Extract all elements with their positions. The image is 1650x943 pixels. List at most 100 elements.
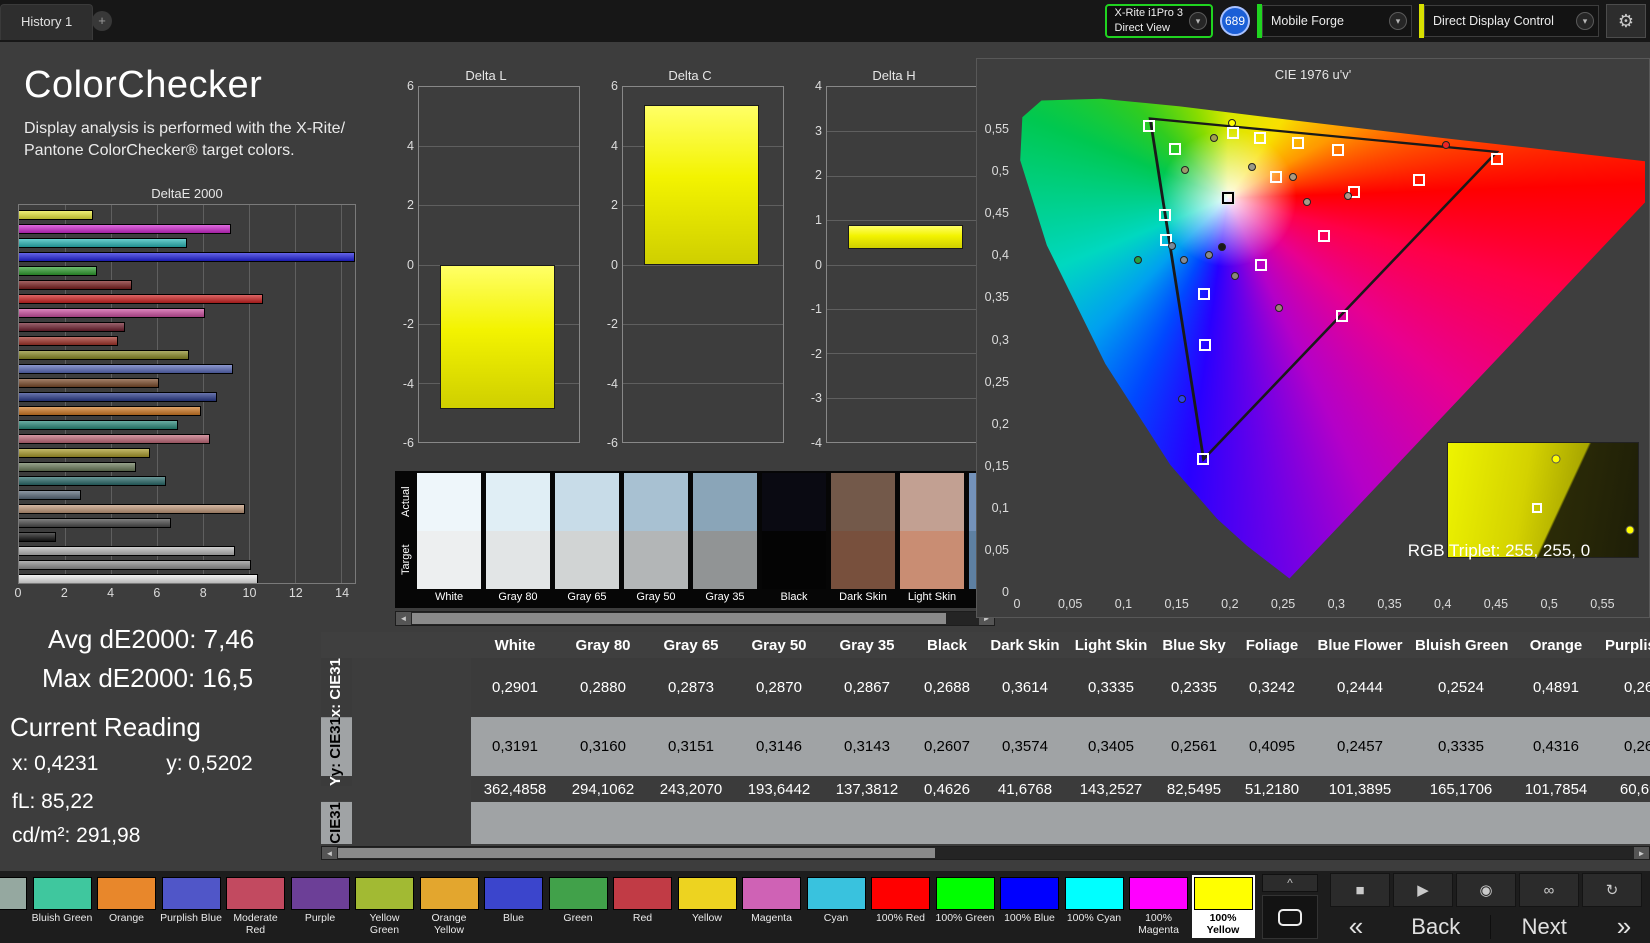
refresh-icon[interactable]: ↻	[1582, 873, 1642, 907]
next-chevron-icon[interactable]: »	[1598, 911, 1650, 942]
meter-dropdown[interactable]: X-Rite i1Pro 3 Direct View ▾	[1104, 4, 1213, 38]
deltae-bar	[19, 252, 355, 262]
patch-swatch	[742, 877, 801, 910]
cell-value: 0,2457	[1311, 717, 1409, 777]
patch-button[interactable]: 100% Green	[934, 875, 997, 938]
patch-button[interactable]: Bluish Green	[31, 875, 94, 938]
cell-value: 0,4316	[1513, 717, 1599, 777]
patch-button[interactable]: Red	[611, 875, 674, 938]
column-header: White	[471, 632, 559, 658]
patch-button[interactable]: 100% Yellow	[1191, 875, 1255, 938]
patch-label: Orange Yellow	[431, 912, 467, 937]
cie-panel: CIE 1976 u'v' 0 0,05 0,1 0,15 0,2 0,25 0,3 0,35…	[976, 58, 1650, 618]
cell-value: 362,4858	[471, 776, 559, 803]
patch-button[interactable]: Cyan	[805, 875, 868, 938]
history-tab[interactable]: History 1	[0, 4, 94, 40]
cell-value: 0,2561	[1155, 717, 1233, 777]
chevron-down-icon[interactable]: ▾	[1189, 12, 1207, 30]
meter-info: X-Rite i1Pro 3 Direct View	[1115, 6, 1183, 36]
scroll-left-icon[interactable]: ◄	[322, 847, 337, 859]
cell-value: 101,7854	[1513, 776, 1599, 803]
cell-value: 0,2650	[1599, 717, 1650, 777]
patch-label: 100% Red	[875, 912, 926, 924]
scrollbar-track[interactable]	[411, 612, 979, 625]
actual-swatch	[417, 473, 481, 531]
avg-de2000: Avg dE2000: 7,46	[48, 624, 255, 654]
patch-label: Purplish Blue	[160, 912, 222, 924]
delta-l-chart: Delta L 6 4 2 0 -2 -4 -6	[392, 68, 580, 450]
gridline	[827, 397, 987, 399]
actual-swatch	[831, 473, 895, 531]
scrollbar-track[interactable]	[337, 847, 1634, 859]
cie-measured-point	[1231, 271, 1240, 280]
table-scrollbar[interactable]: ◄ ►	[321, 846, 1650, 860]
patch-button[interactable]: 100% Cyan	[1063, 875, 1126, 938]
patch-button[interactable]	[0, 875, 29, 938]
add-tab-button[interactable]: +	[92, 11, 112, 31]
swatch-label: Black	[780, 591, 808, 603]
table-row: Y 362,4858 294,1062 243,2070 193,6442 137,381…	[321, 776, 1650, 803]
deltae-bar	[19, 504, 245, 514]
display-control-dropdown[interactable]: Direct Display Control ▾	[1419, 4, 1599, 38]
stop-icon[interactable]: ■	[1330, 873, 1390, 907]
source-dropdown[interactable]: Mobile Forge ▾	[1257, 4, 1412, 38]
scrollbar-thumb[interactable]	[338, 848, 935, 858]
collapse-icon[interactable]: ^	[1262, 874, 1318, 892]
patch-swatch	[419, 877, 479, 910]
play-icon[interactable]: ▶	[1393, 873, 1453, 907]
next-button[interactable]: Next	[1491, 914, 1599, 940]
patch-button[interactable]: Purplish Blue	[160, 875, 223, 938]
patch-button[interactable]: 100% Red	[869, 875, 932, 938]
patch-label: 100% Yellow	[1206, 912, 1240, 937]
swatch-label: Gray 35	[705, 591, 745, 603]
pattern-controls: ^	[1262, 874, 1318, 939]
reading-count-badge: 689	[1220, 6, 1250, 36]
cie-target-marker	[1317, 229, 1330, 242]
patch-swatch	[871, 877, 930, 910]
top-bar: History 1 + X-Rite i1Pro 3 Direct View ▾…	[0, 0, 1650, 42]
link-icon[interactable]: ∞	[1519, 873, 1579, 907]
patch-swatch	[32, 877, 92, 910]
cie-measured-point	[1274, 303, 1283, 312]
table-row: x: CIE31 0,2901 0,2880 0,2873 0,2870 0,2867 0,…	[321, 658, 1650, 718]
swatch-row: White Gray 80 Gray 65 Gray 50 Gray 35 Black Da…	[417, 473, 993, 606]
axis-tick-label: 0,15	[984, 458, 1009, 473]
cell-value: 0,3395	[1233, 802, 1311, 844]
patch-button[interactable]: Green	[547, 875, 610, 938]
patch-button[interactable]: Purple	[289, 875, 352, 938]
target-swatch	[693, 531, 757, 589]
patch-swatch	[97, 877, 156, 910]
back-chevron-icon[interactable]: «	[1330, 911, 1382, 942]
inset-markers	[1448, 443, 1638, 557]
pattern-window-button[interactable]	[1262, 895, 1318, 939]
swatch-row-labels: Actual Target	[397, 473, 415, 606]
patch-button[interactable]: Magenta	[740, 875, 803, 938]
chevron-down-icon[interactable]: ▾	[1389, 12, 1407, 30]
cell-value: 0,4626	[911, 776, 983, 803]
target-swatch	[624, 531, 688, 589]
scrollbar-thumb[interactable]	[412, 613, 946, 624]
cell-value: 143,2527	[1067, 776, 1155, 803]
target-swatch	[900, 531, 964, 589]
patch-button[interactable]: Yellow	[676, 875, 739, 938]
delta-charts: Delta L 6 4 2 0 -2 -4 -6 Delta C 6 4 2 0 -2 -4 -6 De…	[392, 68, 988, 450]
patch-button[interactable]: Blue	[482, 875, 545, 938]
scroll-right-icon[interactable]: ►	[1634, 847, 1649, 859]
swatch-scrollbar[interactable]: ◄ ►	[395, 611, 995, 626]
back-button[interactable]: Back	[1382, 914, 1490, 940]
patch-button[interactable]: Yellow Green	[353, 875, 416, 938]
cell-value: 0,2688	[911, 658, 983, 718]
patch-button[interactable]: 100% Magenta	[1127, 875, 1190, 938]
patch-button[interactable]: Moderate Red	[224, 875, 287, 938]
cie-measured-point	[1204, 251, 1213, 260]
patch-button[interactable]: 100% Blue	[998, 875, 1061, 938]
chevron-down-icon[interactable]: ▾	[1576, 12, 1594, 30]
cell-value: 0,2618	[1599, 658, 1650, 718]
patch-swatch	[548, 877, 608, 910]
patch-button[interactable]: Orange Yellow	[418, 875, 481, 938]
record-icon[interactable]: ◉	[1456, 873, 1516, 907]
patch-button[interactable]: Orange	[95, 875, 158, 938]
patch-swatch	[1129, 877, 1188, 910]
gear-icon[interactable]: ⚙	[1606, 4, 1646, 38]
scroll-left-icon[interactable]: ◄	[396, 612, 411, 625]
